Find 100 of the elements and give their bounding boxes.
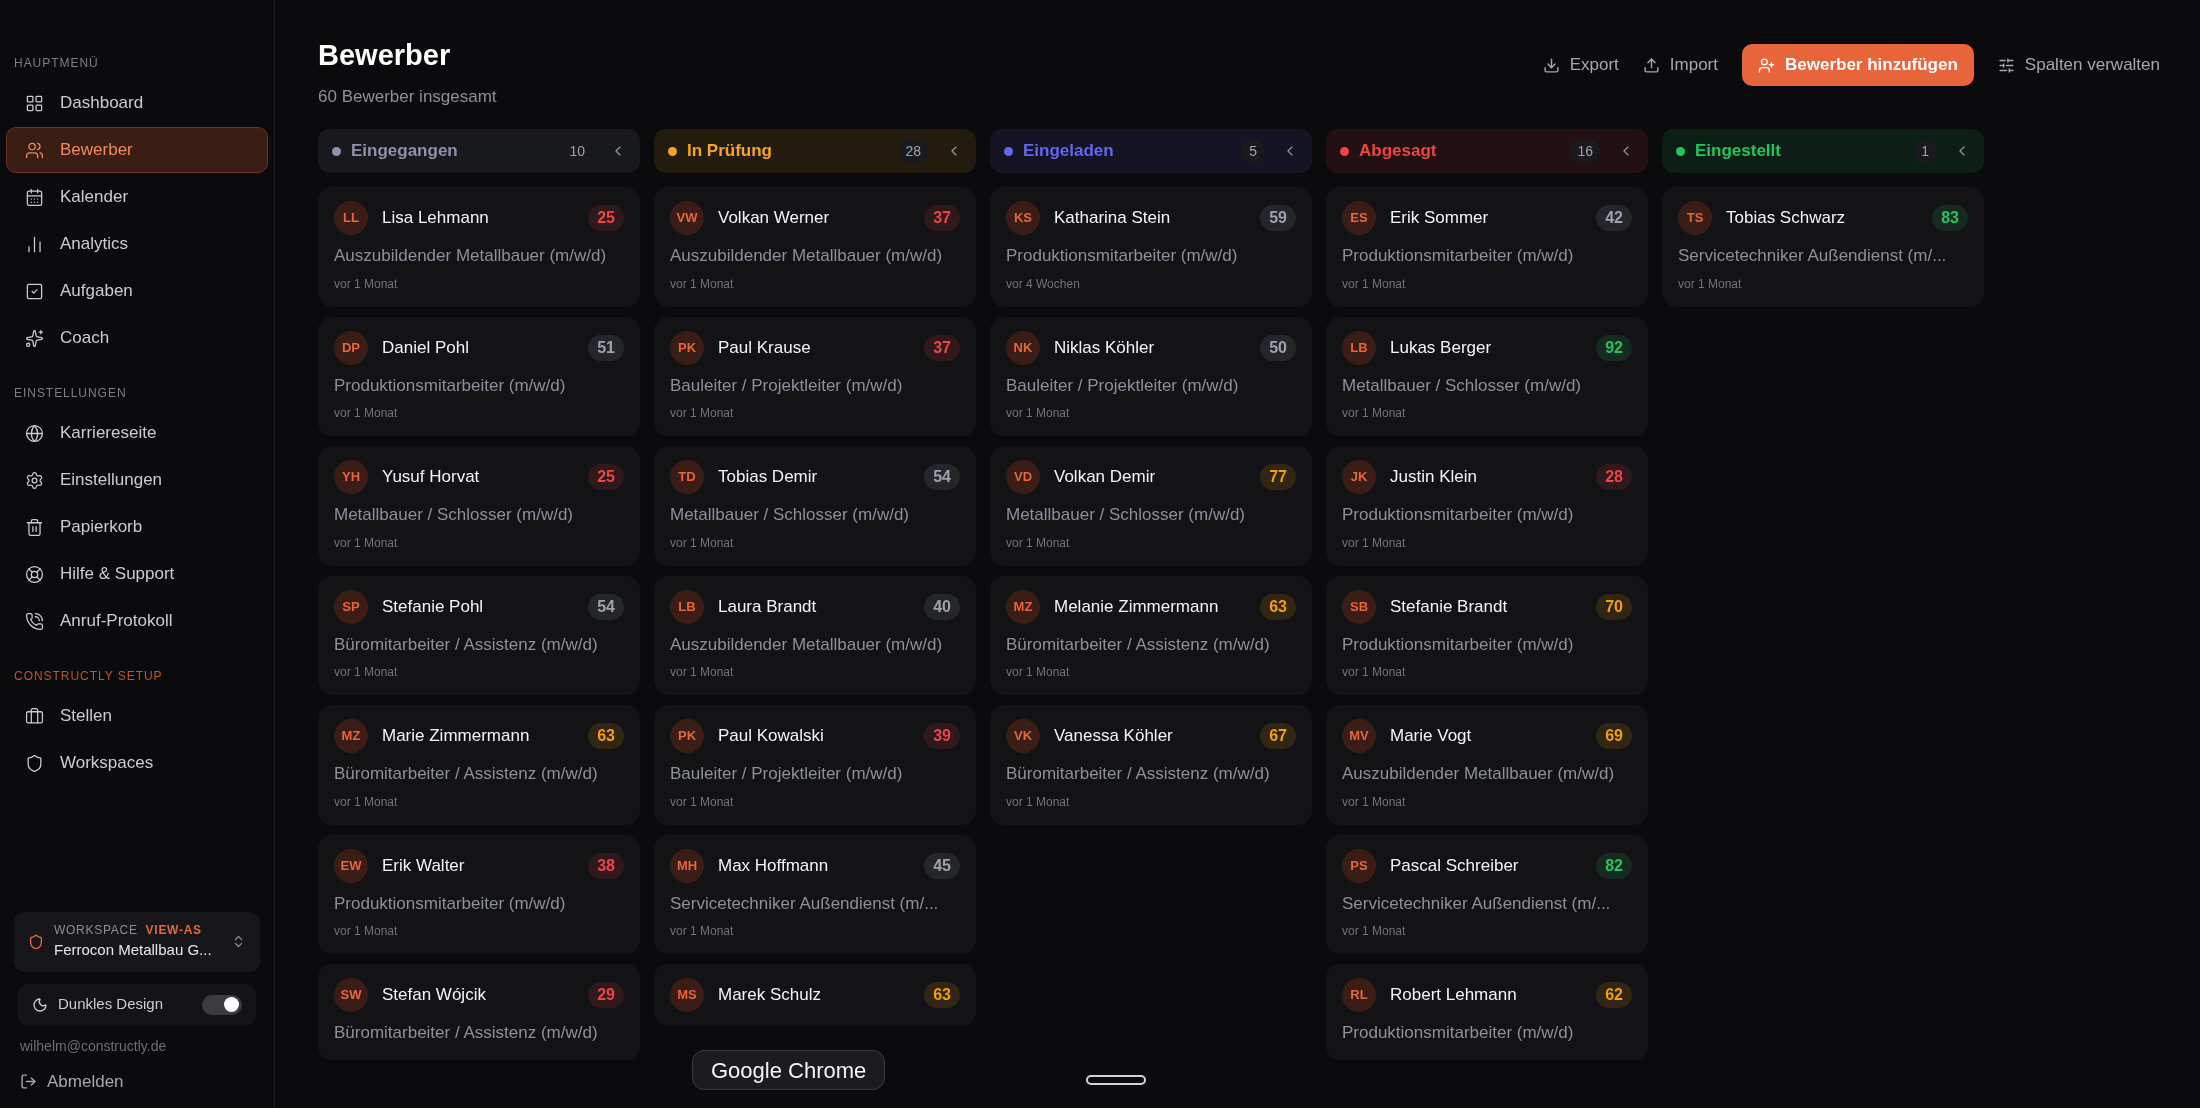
applicant-card[interactable]: LL Lisa Lehmann 25 Auszubildender Metallbauer (m/w/d) vor 1 Monat bbox=[318, 187, 640, 307]
score-value: 37 bbox=[933, 339, 951, 356]
job-title: Produktionsmitarbeiter (m/w/d) bbox=[1006, 245, 1239, 267]
applicant-card[interactable]: EW Erik Walter 38 Produktionsmitarbeiter (m/w/d) vor 1 Monat bbox=[318, 834, 640, 954]
job-title: Auszubildender Metallbauer (m/w/d) bbox=[670, 633, 944, 656]
upload-icon bbox=[1642, 56, 1660, 74]
sidebar-item[interactable]: Coach bbox=[6, 315, 268, 361]
sidebar-item[interactable]: Stellen bbox=[6, 693, 268, 739]
applicant-card[interactable]: SP Stefanie Pohl 54 Büromitarbeiter / Assistenz (m/w/d) vor 1 Monat bbox=[318, 575, 640, 695]
logout-button[interactable]: Abmelden bbox=[20, 1068, 254, 1094]
sidebar-item[interactable]: Bewerber bbox=[6, 127, 268, 173]
sidebar-item[interactable]: Papierkorb bbox=[6, 504, 268, 550]
avatar: RL bbox=[1342, 978, 1376, 1012]
applicant-name: Paul Krause bbox=[718, 336, 812, 359]
applicant-card[interactable]: MS Marek Schulz 63 bbox=[654, 964, 976, 1026]
applicant-card[interactable]: MH Max Hoffmann 45 Servicetechniker Außendienst (m/... vor 1 Monat bbox=[654, 834, 976, 954]
toggle-switch[interactable] bbox=[202, 994, 242, 1015]
score-value: 70 bbox=[1605, 598, 1623, 615]
date-label: vor 1 Monat bbox=[1342, 793, 1407, 811]
avatar: TS bbox=[1678, 201, 1712, 235]
applicant-name: Lisa Lehmann bbox=[382, 207, 490, 230]
applicant-name: Marek Schulz bbox=[718, 984, 822, 1007]
applicant-name: Stefan Wójcik bbox=[382, 984, 487, 1007]
sidebar-item[interactable]: Anruf-Protokoll bbox=[6, 598, 268, 644]
applicant-card[interactable]: ES Erik Sommer 42 Produktionsmitarbeiter (m/w/d) vor 1 Monat bbox=[1326, 187, 1648, 307]
applicant-name: Daniel Pohl bbox=[382, 336, 470, 359]
applicant-card[interactable]: KS Katharina Stein 59 Produktionsmitarbeiter (m/w/d) vor 4 Wochen bbox=[990, 187, 1312, 307]
toolbar-button[interactable]: Spalten verwalten bbox=[1997, 52, 2160, 78]
score-value: 28 bbox=[1605, 469, 1623, 485]
applicant-name: Laura Brandt bbox=[718, 595, 818, 618]
applicant-name: Stefanie Pohl bbox=[382, 595, 485, 618]
shield-icon bbox=[28, 933, 44, 950]
applicant-card[interactable]: VW Volkan Werner 37 Auszubildender Metallbauer (m/w/d) vor 1 Monat bbox=[654, 187, 976, 307]
applicant-card[interactable]: VK Vanessa Köhler 67 Büromitarbeiter / Assistenz (m/w/d) vor 1 Monat bbox=[990, 705, 1312, 825]
job-title: Metallbauer / Schlosser (m/w/d) bbox=[1342, 374, 1583, 397]
tooltip: Google Chrome bbox=[692, 1050, 886, 1090]
sliders-icon bbox=[1997, 56, 2015, 74]
score-value: 63 bbox=[597, 728, 615, 744]
date-label: vor 1 Monat bbox=[1678, 275, 1743, 293]
applicant-card[interactable]: TD Tobias Demir 54 Metallbauer / Schlosser (m/w/d) vor 1 Monat bbox=[654, 446, 976, 566]
toolbar-button[interactable]: Export bbox=[1542, 52, 1619, 78]
date-label: vor 1 Monat bbox=[334, 275, 399, 293]
applicant-card[interactable]: SB Stefanie Brandt 70 Produktionsmitarbeiter (m/w/d) vor 1 Monat bbox=[1326, 575, 1648, 695]
applicant-name: Tobias Schwarz bbox=[1726, 207, 1847, 230]
applicant-card[interactable]: PK Paul Kowalski 39 Bauleiter / Projektleiter (m/w/d) vor 1 Monat bbox=[654, 705, 976, 825]
lifebuoy-icon bbox=[25, 564, 44, 584]
section-heading: CONSTRUCTLY SETUP bbox=[13, 668, 164, 685]
job-title: Servicetechniker Außendienst (m/... bbox=[670, 892, 940, 915]
avatar: JK bbox=[1342, 460, 1376, 494]
sidebar-item[interactable]: Hilfe & Support bbox=[6, 551, 268, 597]
sidebar-item[interactable]: Dashboard bbox=[6, 80, 268, 126]
sidebar-item[interactable]: Karriereseite bbox=[6, 410, 268, 456]
sidebar-item[interactable]: Analytics bbox=[6, 221, 268, 267]
sparkles-icon bbox=[25, 328, 44, 348]
sidebar-item[interactable]: Aufgaben bbox=[6, 268, 268, 314]
count-badge: 28 bbox=[898, 139, 928, 163]
score-value: 50 bbox=[1269, 339, 1287, 356]
calendar-icon bbox=[25, 187, 44, 207]
shield-icon bbox=[25, 753, 44, 773]
score-value: 92 bbox=[1605, 339, 1623, 356]
toolbar-button[interactable]: Import bbox=[1642, 52, 1718, 78]
applicant-card[interactable]: LB Laura Brandt 40 Auszubildender Metallbauer (m/w/d) vor 1 Monat bbox=[654, 575, 976, 695]
sidebar-item[interactable]: Einstellungen bbox=[6, 457, 268, 503]
applicant-name: Robert Lehmann bbox=[1390, 984, 1518, 1007]
applicant-card[interactable]: RL Robert Lehmann 62 Produktionsmitarbeiter (m/w/d) bbox=[1326, 964, 1648, 1060]
applicant-card[interactable]: DP Daniel Pohl 51 Produktionsmitarbeiter (m/w/d) vor 1 Monat bbox=[318, 316, 640, 436]
avatar: TD bbox=[670, 460, 704, 494]
applicant-card[interactable]: MZ Marie Zimmermann 63 Büromitarbeiter / Assistenz (m/w/d) vor 1 Monat bbox=[318, 705, 640, 825]
sidebar-item[interactable]: Workspaces bbox=[6, 740, 268, 786]
column-title: Eingegangen bbox=[351, 140, 459, 163]
job-title: Produktionsmitarbeiter (m/w/d) bbox=[1342, 1022, 1575, 1044]
theme-label: Dunkles Design bbox=[58, 994, 165, 1015]
applicant-name: Marie Vogt bbox=[1390, 725, 1473, 748]
applicant-card[interactable]: MZ Melanie Zimmermann 63 Büromitarbeiter / Assistenz (m/w/d) vor 1 Monat bbox=[990, 575, 1312, 695]
job-title: Büromitarbeiter / Assistenz (m/w/d) bbox=[1006, 763, 1271, 785]
column-title: Abgesagt bbox=[1359, 140, 1438, 163]
applicant-card[interactable]: PS Pascal Schreiber 82 Servicetechniker Außendienst (m/... vor 1 Monat bbox=[1326, 834, 1648, 954]
job-title: Bauleiter / Projektleiter (m/w/d) bbox=[1006, 374, 1240, 397]
date-label: vor 1 Monat bbox=[1342, 534, 1407, 552]
date-label: vor 1 Monat bbox=[1006, 793, 1071, 811]
date-label: vor 1 Monat bbox=[334, 793, 399, 811]
applicant-name: Katharina Stein bbox=[1054, 207, 1172, 230]
applicant-card[interactable]: TS Tobias Schwarz 83 Servicetechniker Außendienst (m/... vor 1 Monat bbox=[1662, 187, 1984, 307]
workspace-switcher[interactable]: WORKSPACE VIEW-AS Ferrocon Metallbau G... bbox=[14, 911, 260, 972]
job-title: Bauleiter / Projektleiter (m/w/d) bbox=[670, 763, 904, 785]
date-label: vor 1 Monat bbox=[1342, 275, 1407, 293]
applicant-card[interactable]: PK Paul Krause 37 Bauleiter / Projektleiter (m/w/d) vor 1 Monat bbox=[654, 316, 976, 436]
applicant-name: Erik Walter bbox=[382, 854, 466, 877]
applicant-card[interactable]: LB Lukas Berger 92 Metallbauer / Schlosser (m/w/d) vor 1 Monat bbox=[1326, 316, 1648, 436]
view-as-label: VIEW-AS bbox=[145, 922, 202, 940]
applicant-card[interactable]: VD Volkan Demir 77 Metallbauer / Schlosser (m/w/d) vor 1 Monat bbox=[990, 446, 1312, 566]
job-title: Auszubildender Metallbauer (m/w/d) bbox=[334, 245, 608, 267]
applicant-card[interactable]: YH Yusuf Horvat 25 Metallbauer / Schlosser (m/w/d) vor 1 Monat bbox=[318, 446, 640, 566]
avatar: SW bbox=[334, 978, 368, 1012]
applicant-card[interactable]: JK Justin Klein 28 Produktionsmitarbeiter (m/w/d) vor 1 Monat bbox=[1326, 446, 1648, 566]
applicant-card[interactable]: SW Stefan Wójcik 29 Büromitarbeiter / Assistenz (m/w/d) bbox=[318, 964, 640, 1060]
phone-icon bbox=[25, 611, 44, 631]
applicant-card[interactable]: NK Niklas Köhler 50 Bauleiter / Projektleiter (m/w/d) vor 1 Monat bbox=[990, 316, 1312, 436]
applicant-card[interactable]: MV Marie Vogt 69 Auszubildender Metallbauer (m/w/d) vor 1 Monat bbox=[1326, 705, 1648, 825]
sidebar-item[interactable]: Kalender bbox=[6, 174, 268, 220]
